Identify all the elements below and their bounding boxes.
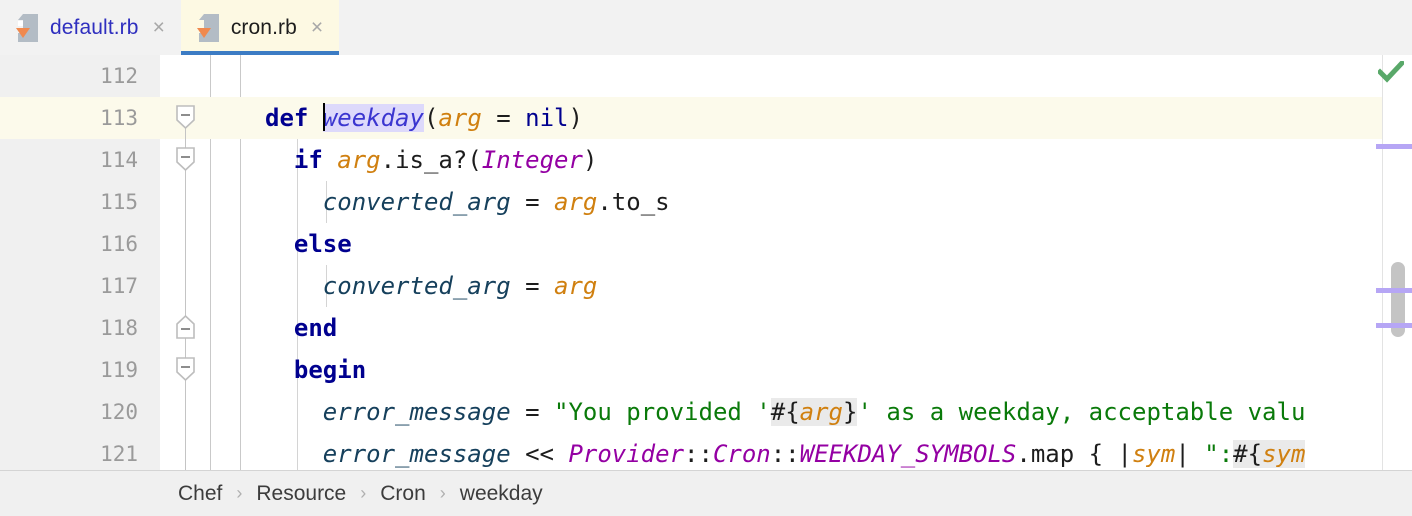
changed-line-marker: [1376, 288, 1412, 293]
fold-column[interactable]: [161, 391, 210, 433]
changed-line-marker: [1376, 323, 1412, 328]
code-line-row[interactable]: 112: [0, 55, 1412, 97]
breadcrumb-item-weekday[interactable]: weekday: [460, 482, 543, 506]
line-number: 112: [0, 55, 160, 97]
fold-column[interactable]: [161, 223, 210, 265]
tab-cron-rb[interactable]: cron.rb ×: [180, 0, 340, 55]
line-number: 117: [0, 265, 160, 307]
code-editor[interactable]: 112 113 def weekday(arg = nil) 114 if ar…: [0, 55, 1412, 470]
code-line-row[interactable]: 114 if arg .is_a?(Integer): [0, 139, 1412, 181]
fold-column[interactable]: [161, 97, 210, 139]
code-text: error_message = "You provided ' #{arg} ' a…: [322, 398, 1306, 426]
fold-column[interactable]: [161, 349, 210, 391]
tab-default-rb[interactable]: default.rb ×: [0, 0, 181, 55]
close-icon[interactable]: ×: [153, 17, 165, 38]
fold-column[interactable]: [161, 181, 210, 223]
line-number: 119: [0, 349, 160, 391]
breadcrumb-item-cron[interactable]: Cron: [380, 482, 426, 506]
line-number: 113: [0, 97, 160, 139]
code-text: converted_arg = arg: [322, 272, 598, 300]
code-text: converted_arg = arg .to_s: [322, 188, 670, 216]
fold-column[interactable]: [161, 55, 210, 97]
code-text: else: [293, 230, 352, 258]
chevron-right-icon: ›: [236, 483, 243, 503]
breadcrumb-item-resource[interactable]: Resource: [256, 482, 346, 506]
editor-tab-bar: default.rb × cron.rb ×: [0, 0, 1412, 55]
code-text: end: [293, 314, 338, 342]
chevron-right-icon: ›: [439, 483, 446, 503]
breadcrumb-item-chef[interactable]: Chef: [178, 482, 222, 506]
code-text: if arg .is_a?(Integer): [293, 146, 598, 174]
code-line-row[interactable]: 120 error_message = "You provided ' #{arg…: [0, 391, 1412, 433]
fold-column[interactable]: [161, 307, 210, 349]
text-caret: [322, 103, 325, 131]
close-icon[interactable]: ×: [311, 17, 323, 38]
editor-scrollbar[interactable]: [1382, 55, 1412, 470]
line-number: 116: [0, 223, 160, 265]
line-number: 114: [0, 139, 160, 181]
editor-window: default.rb × cron.rb × 112 113 def weekd…: [0, 0, 1412, 516]
line-number: 120: [0, 391, 160, 433]
line-number: 115: [0, 181, 160, 223]
line-number: 118: [0, 307, 160, 349]
code-line-row[interactable]: 117 converted_arg = arg: [0, 265, 1412, 307]
line-number: 121: [0, 433, 160, 470]
tab-label: default.rb: [50, 15, 139, 39]
code-text: error_message << Provider:: Cron:: WEEKDAY…: [322, 440, 1306, 468]
code-text: begin: [293, 356, 367, 384]
code-rows: 112 113 def weekday(arg = nil) 114 if ar…: [0, 55, 1412, 470]
code-line-row[interactable]: 113 def weekday(arg = nil): [0, 97, 1412, 139]
changed-line-marker: [1376, 144, 1412, 149]
fold-column[interactable]: [161, 265, 210, 307]
ruby-file-icon: [14, 13, 40, 43]
ruby-file-icon: [195, 13, 221, 43]
code-line-row[interactable]: 121 error_message << Provider:: Cron:: WEE…: [0, 433, 1412, 470]
fold-column[interactable]: [161, 139, 210, 181]
chevron-right-icon: ›: [360, 483, 367, 503]
breadcrumb: Chef › Resource › Cron › weekday: [0, 470, 1412, 516]
code-line-row[interactable]: 119 begin: [0, 349, 1412, 391]
code-line-row[interactable]: 115 converted_arg = arg .to_s: [0, 181, 1412, 223]
code-text: def weekday(arg = nil): [265, 103, 583, 132]
code-line-row[interactable]: 116 else: [0, 223, 1412, 265]
fold-column[interactable]: [161, 433, 210, 470]
code-line-row[interactable]: 118 end: [0, 307, 1412, 349]
tab-label: cron.rb: [230, 15, 297, 39]
